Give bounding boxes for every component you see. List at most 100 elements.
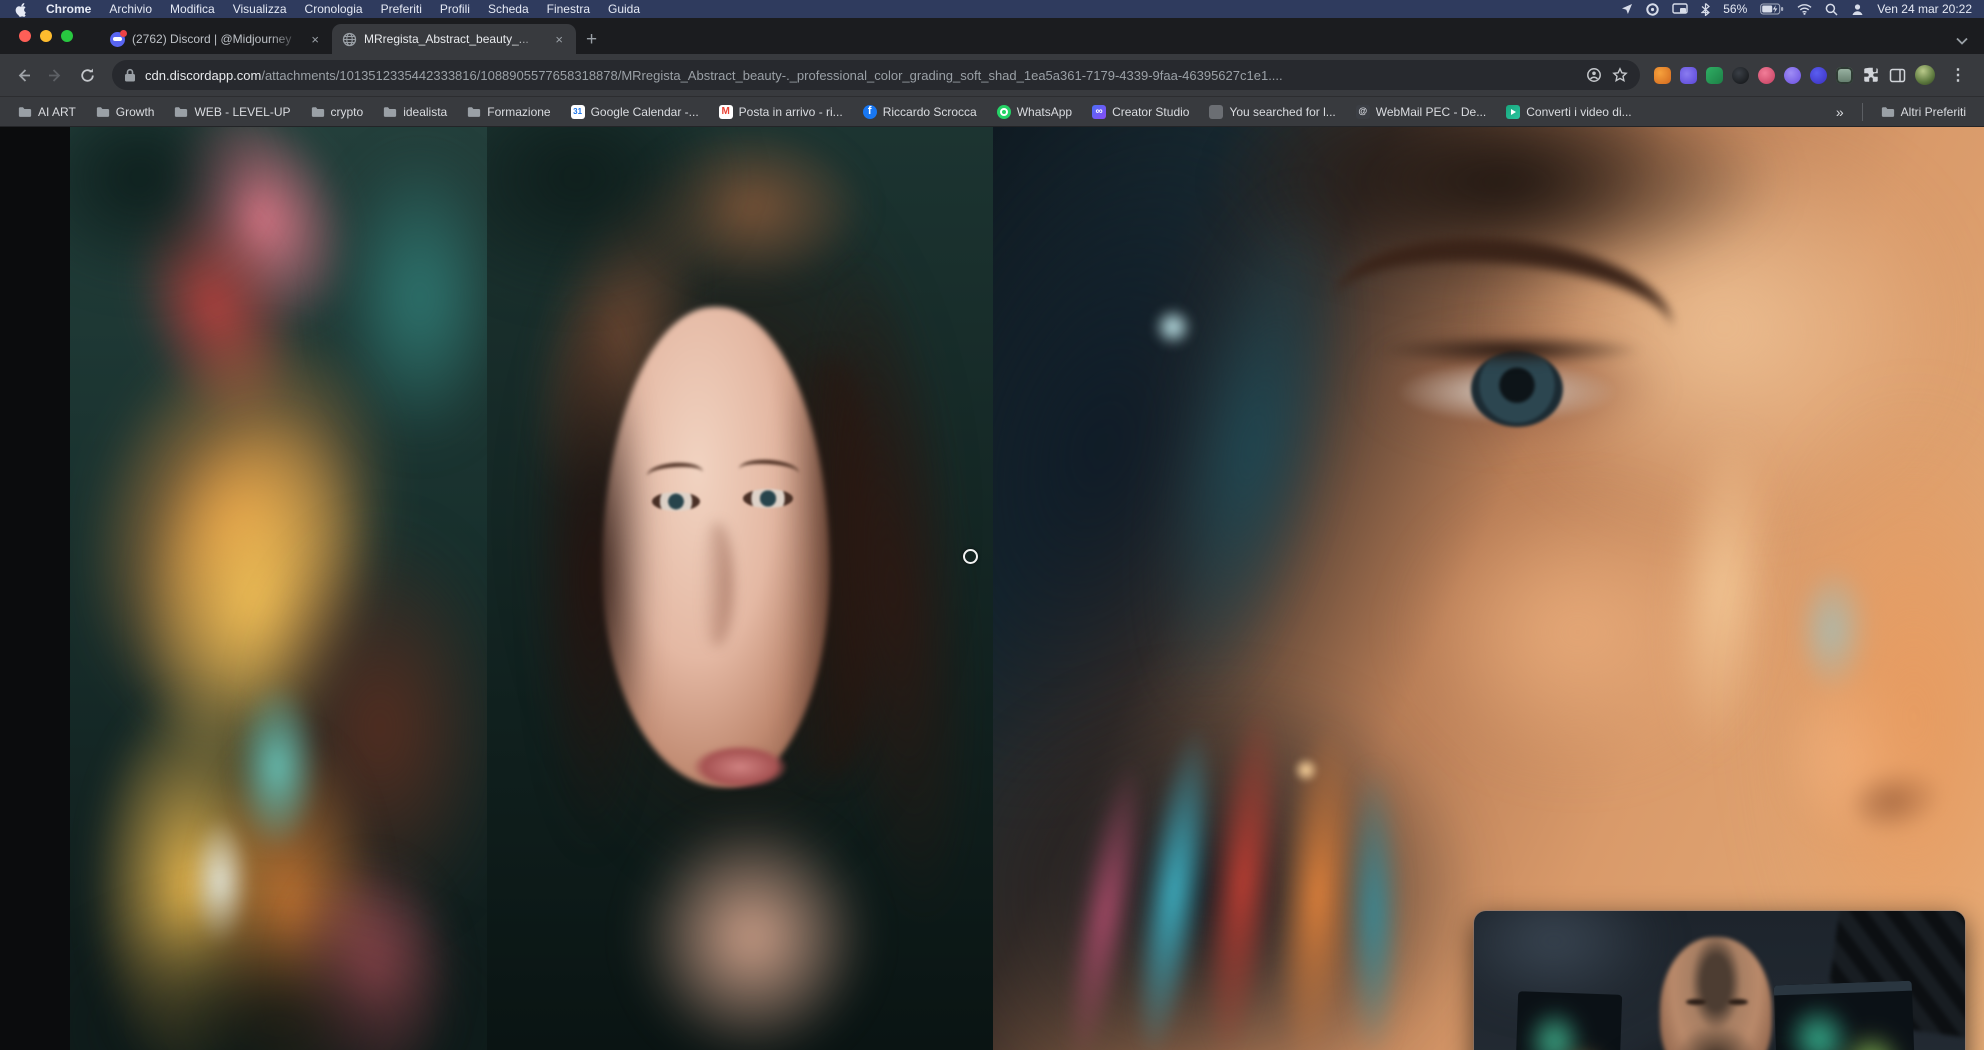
bookmark-whatsapp[interactable]: WhatsApp xyxy=(989,102,1080,122)
tab-close-icon[interactable]: × xyxy=(308,32,322,47)
reload-button[interactable] xyxy=(72,60,102,90)
menubar-item-modifica[interactable]: Modifica xyxy=(161,2,224,16)
eye-closed-right xyxy=(1728,999,1748,1005)
menubar-clock[interactable]: Ven 24 mar 20:22 xyxy=(1877,2,1972,16)
tab-title: (2762) Discord | @Midjourney xyxy=(132,32,301,46)
folder-icon xyxy=(1881,105,1895,119)
bookmark-video-converter[interactable]: Converti i video di... xyxy=(1498,102,1639,122)
folder-icon xyxy=(467,105,481,119)
tab-title: MRregista_Abstract_beauty_... xyxy=(364,32,545,46)
user-switch-icon[interactable] xyxy=(1851,3,1864,16)
webcam-overlay xyxy=(1474,911,1965,1050)
display-mirroring-icon[interactable] xyxy=(1672,3,1688,15)
wifi-icon[interactable] xyxy=(1797,4,1812,15)
bookmark-webmail-pec[interactable]: @ WebMail PEC - De... xyxy=(1348,102,1494,122)
address-bar[interactable]: cdn.discordapp.com/attachments/101351233… xyxy=(112,60,1640,90)
webmail-icon: @ xyxy=(1356,105,1370,119)
bookmark-other-favorites[interactable]: Altri Preferiti xyxy=(1873,102,1974,122)
google-calendar-icon: 31 xyxy=(571,105,585,119)
converter-icon xyxy=(1506,105,1520,119)
generic-page-icon xyxy=(1209,105,1223,119)
folder-icon xyxy=(311,105,325,119)
menubar-item-guida[interactable]: Guida xyxy=(599,2,649,16)
chrome-menu-kebab-icon[interactable]: ⋮ xyxy=(1944,65,1972,85)
bookmark-gmail-inbox[interactable]: M Posta in arrivo - ri... xyxy=(711,102,851,122)
extension-icon[interactable] xyxy=(1732,67,1749,84)
tab-image-attachment[interactable]: MRregista_Abstract_beauty_... × xyxy=(332,24,576,54)
close-window-button[interactable] xyxy=(19,30,31,42)
bookmark-facebook-profile[interactable]: f Riccardo Scrocca xyxy=(855,102,985,122)
creator-studio-icon: ∞ xyxy=(1092,105,1106,119)
menubar-item-visualizza[interactable]: Visualizza xyxy=(224,2,296,16)
bookmark-creator-studio[interactable]: ∞ Creator Studio xyxy=(1084,102,1197,122)
discord-favicon xyxy=(110,32,125,47)
bookmark-google-calendar[interactable]: 31 Google Calendar -... xyxy=(563,102,707,122)
tab-close-icon[interactable]: × xyxy=(552,32,566,47)
extension-icon[interactable] xyxy=(1706,67,1723,84)
tab-strip: (2762) Discord | @Midjourney × MRregista… xyxy=(0,18,1984,54)
streak-teal xyxy=(1348,762,1400,1050)
menubar-item-archivio[interactable]: Archivio xyxy=(100,2,161,16)
extension-icon[interactable] xyxy=(1758,67,1775,84)
lips xyxy=(692,745,788,789)
record-icon[interactable] xyxy=(1646,3,1659,16)
globe-favicon xyxy=(342,32,357,47)
cursor-zoom-icon xyxy=(963,549,978,564)
bookmark-star-icon[interactable] xyxy=(1612,67,1628,83)
zoom-window-button[interactable] xyxy=(61,30,73,42)
location-icon[interactable] xyxy=(1621,3,1633,15)
url-domain: cdn.discordapp.com xyxy=(145,68,261,83)
tab-discord[interactable]: (2762) Discord | @Midjourney × xyxy=(100,24,332,54)
extensions-puzzle-icon[interactable] xyxy=(1862,66,1880,84)
bookmark-folder-idealista[interactable]: idealista xyxy=(375,102,455,122)
forward-button[interactable] xyxy=(40,60,70,90)
tab-search-chevron-icon[interactable] xyxy=(1956,32,1968,50)
bookmark-folder-web-level-up[interactable]: WEB - LEVEL-UP xyxy=(166,102,298,122)
whatsapp-icon xyxy=(997,105,1011,119)
extension-icon[interactable] xyxy=(1836,67,1853,84)
folder-icon xyxy=(383,105,397,119)
bookmark-folder-growth[interactable]: Growth xyxy=(88,102,163,122)
screen: Chrome Archivio Modifica Visualizza Cron… xyxy=(0,0,1984,1050)
spotlight-search-icon[interactable] xyxy=(1825,3,1838,16)
bluetooth-icon[interactable] xyxy=(1701,3,1710,16)
lock-icon[interactable] xyxy=(124,68,136,82)
folder-icon xyxy=(18,105,32,119)
browser-toolbar: cdn.discordapp.com/attachments/101351233… xyxy=(0,54,1984,96)
page-content xyxy=(0,127,1984,1050)
sidebar-icon[interactable] xyxy=(1889,67,1906,84)
menubar-item-scheda[interactable]: Scheda xyxy=(479,2,538,16)
eye-closed-left xyxy=(1686,999,1706,1005)
page-action-icon[interactable] xyxy=(1586,67,1602,83)
back-button[interactable] xyxy=(8,60,38,90)
extension-icon[interactable] xyxy=(1784,67,1801,84)
new-tab-button[interactable]: + xyxy=(586,27,597,53)
url-path: /attachments/1013512335442333816/1088905… xyxy=(261,68,1282,83)
menubar-item-cronologia[interactable]: Cronologia xyxy=(296,2,372,16)
battery-percent: 56% xyxy=(1723,2,1747,16)
bookmark-folder-formazione[interactable]: Formazione xyxy=(459,102,558,122)
bookmark-folder-crypto[interactable]: crypto xyxy=(303,102,372,122)
artwork-panel-abstract xyxy=(70,127,487,1050)
apple-menu-icon[interactable] xyxy=(14,2,27,17)
menubar-item-preferiti[interactable]: Preferiti xyxy=(372,2,431,16)
profile-avatar[interactable] xyxy=(1915,65,1935,85)
url-text[interactable]: cdn.discordapp.com/attachments/101351233… xyxy=(145,68,1578,83)
minimize-window-button[interactable] xyxy=(40,30,52,42)
macos-menubar: Chrome Archivio Modifica Visualizza Cron… xyxy=(0,0,1984,18)
menubar-item-chrome[interactable]: Chrome xyxy=(37,2,100,16)
extension-icon[interactable] xyxy=(1654,67,1671,84)
nose-shadow xyxy=(701,522,733,647)
eyelash-line xyxy=(1378,335,1643,365)
menubar-item-finestra[interactable]: Finestra xyxy=(538,2,599,16)
facebook-icon: f xyxy=(863,105,877,119)
extension-icon[interactable] xyxy=(1680,67,1697,84)
eye-right xyxy=(743,489,793,508)
bookmark-search-result[interactable]: You searched for l... xyxy=(1201,102,1343,122)
extension-icon[interactable] xyxy=(1810,67,1827,84)
bookmark-folder-ai-art[interactable]: AI ART xyxy=(10,102,84,122)
extensions-row: ⋮ xyxy=(1650,65,1976,85)
battery-icon[interactable] xyxy=(1760,3,1784,15)
bookmarks-overflow-chevron[interactable]: » xyxy=(1828,104,1852,120)
menubar-item-profili[interactable]: Profili xyxy=(431,2,479,16)
